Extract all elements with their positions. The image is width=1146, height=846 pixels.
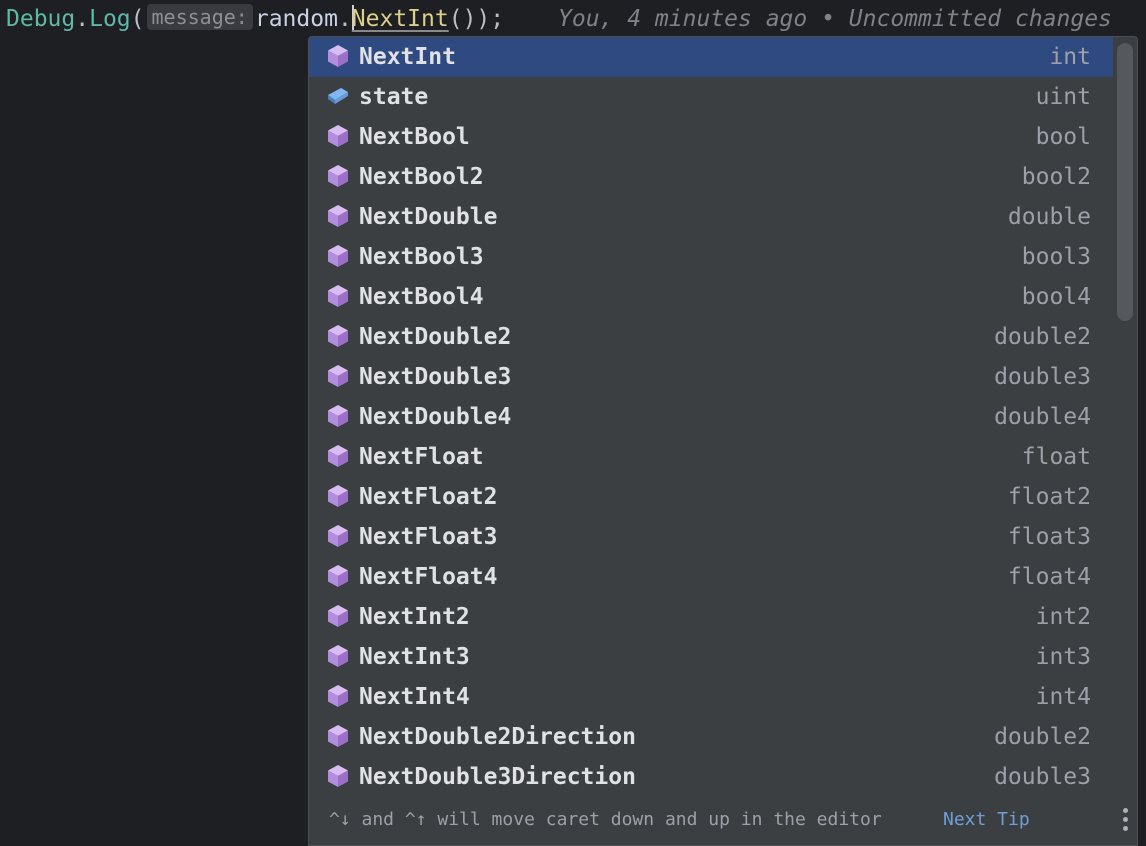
- completion-item-type: int2: [1035, 604, 1091, 630]
- completion-item-name: NextFloat2: [359, 484, 498, 510]
- completion-item[interactable]: NextFloat3 float3: [309, 517, 1113, 557]
- code-class-name: Debug: [6, 6, 76, 32]
- code-open-paren: (: [130, 6, 145, 32]
- completion-item-name: NextDouble3Direction: [359, 764, 636, 790]
- completion-footer: ^↓ and ^↑ will move caret down and up in…: [309, 795, 1137, 845]
- completion-item[interactable]: state uint: [309, 77, 1113, 117]
- completion-item[interactable]: NextBool2 bool2: [309, 157, 1113, 197]
- completion-item-name: NextFloat3: [359, 524, 498, 550]
- completion-item[interactable]: NextInt3 int3: [309, 637, 1113, 677]
- completion-item-name: NextDouble2: [359, 324, 512, 350]
- completion-item-name: NextInt2: [359, 604, 470, 630]
- completion-item-type: float3: [1007, 524, 1091, 550]
- completion-item[interactable]: NextBool bool: [309, 117, 1113, 157]
- method-icon: [325, 203, 351, 229]
- completion-item-name: NextInt3: [359, 644, 470, 670]
- completion-item[interactable]: NextInt int: [309, 37, 1113, 77]
- completion-item-type: double2: [994, 324, 1091, 350]
- method-icon: [325, 323, 351, 349]
- code-dot: .: [75, 6, 90, 32]
- completion-popup[interactable]: NextInt int state uint NextBool bool NextBool2…: [308, 36, 1138, 846]
- field-icon: [325, 83, 351, 109]
- completion-item[interactable]: NextDouble2Direction double2: [309, 717, 1113, 757]
- completion-item-type: float2: [1007, 484, 1091, 510]
- completion-item-type: bool2: [1021, 164, 1091, 190]
- completion-item[interactable]: NextBool4 bool4: [309, 277, 1113, 317]
- code-tail: ());: [448, 6, 505, 32]
- code-method-name: Log: [89, 6, 131, 32]
- completion-item-type: bool3: [1021, 244, 1091, 270]
- completion-item-name: NextDouble3: [359, 364, 512, 390]
- code-dot: .: [337, 6, 352, 32]
- completion-item-type: float: [1021, 444, 1091, 470]
- completion-item-name: NextBool3: [359, 244, 484, 270]
- completion-item-name: NextFloat: [359, 444, 484, 470]
- completion-item[interactable]: NextFloat4 float4: [309, 557, 1113, 597]
- completion-item-name: NextInt: [359, 44, 456, 70]
- completion-scrollbar[interactable]: [1117, 43, 1133, 321]
- completion-item[interactable]: NextInt4 int4: [309, 677, 1113, 717]
- completion-item[interactable]: NextDouble2 double2: [309, 317, 1113, 357]
- completion-item-name: NextBool4: [359, 284, 484, 310]
- completion-item-type: double: [1007, 204, 1091, 230]
- completion-item-name: NextBool: [359, 124, 470, 150]
- completion-item-type: double4: [994, 404, 1091, 430]
- method-icon: [325, 403, 351, 429]
- completion-item-type: int3: [1035, 644, 1091, 670]
- completion-item-name: NextDouble: [359, 204, 498, 230]
- git-blame-annotation: You, 4 minutes ago • Uncommitted changes: [558, 6, 1112, 32]
- method-icon: [325, 43, 351, 69]
- completion-item-name: NextBool2: [359, 164, 484, 190]
- footer-hint-text: ^↓ and ^↑ will move caret down and up in…: [329, 809, 882, 830]
- code-editor[interactable]: Debug.Log(message: random.NextInt()); You…: [0, 0, 1146, 846]
- method-icon: [325, 563, 351, 589]
- next-tip-link[interactable]: Next Tip: [943, 795, 1030, 845]
- completion-item-type: bool: [1035, 124, 1091, 150]
- completion-item-type: bool4: [1021, 284, 1091, 310]
- completion-item-type: double2: [994, 724, 1091, 750]
- completion-item-type: float4: [1007, 564, 1091, 590]
- completion-item-type: double3: [994, 764, 1091, 790]
- method-icon: [325, 123, 351, 149]
- completion-item-name: NextFloat4: [359, 564, 498, 590]
- completion-list[interactable]: NextInt int state uint NextBool bool NextBool2…: [309, 37, 1113, 797]
- completion-item[interactable]: NextDouble double: [309, 197, 1113, 237]
- completion-item-name: NextDouble2Direction: [359, 724, 636, 750]
- method-icon: [325, 683, 351, 709]
- method-icon: [325, 443, 351, 469]
- completion-item-name: NextInt4: [359, 684, 470, 710]
- method-icon: [325, 243, 351, 269]
- method-icon: [325, 283, 351, 309]
- method-icon: [325, 483, 351, 509]
- completion-item[interactable]: NextDouble3 double3: [309, 357, 1113, 397]
- method-icon: [325, 603, 351, 629]
- completion-item-name: NextDouble4: [359, 404, 512, 430]
- method-icon: [325, 363, 351, 389]
- completion-item-type: int: [1049, 44, 1091, 70]
- code-receiver: random: [254, 6, 338, 32]
- code-line[interactable]: Debug.Log(message: random.NextInt());: [6, 2, 504, 36]
- more-vertical-icon[interactable]: [1123, 808, 1129, 832]
- method-icon: [325, 723, 351, 749]
- parameter-hint: message:: [146, 4, 253, 30]
- completion-item-type: double3: [994, 364, 1091, 390]
- completion-item[interactable]: NextFloat float: [309, 437, 1113, 477]
- method-icon: [325, 763, 351, 789]
- completion-item[interactable]: NextDouble3Direction double3: [309, 757, 1113, 797]
- code-call: NextInt: [351, 6, 449, 32]
- completion-item[interactable]: NextBool3 bool3: [309, 237, 1113, 277]
- method-icon: [325, 163, 351, 189]
- method-icon: [325, 523, 351, 549]
- completion-item[interactable]: NextInt2 int2: [309, 597, 1113, 637]
- completion-item-type: int4: [1035, 684, 1091, 710]
- completion-item[interactable]: NextFloat2 float2: [309, 477, 1113, 517]
- completion-item[interactable]: NextDouble4 double4: [309, 397, 1113, 437]
- completion-item-type: uint: [1035, 84, 1091, 110]
- completion-item-name: state: [359, 84, 429, 110]
- method-icon: [325, 643, 351, 669]
